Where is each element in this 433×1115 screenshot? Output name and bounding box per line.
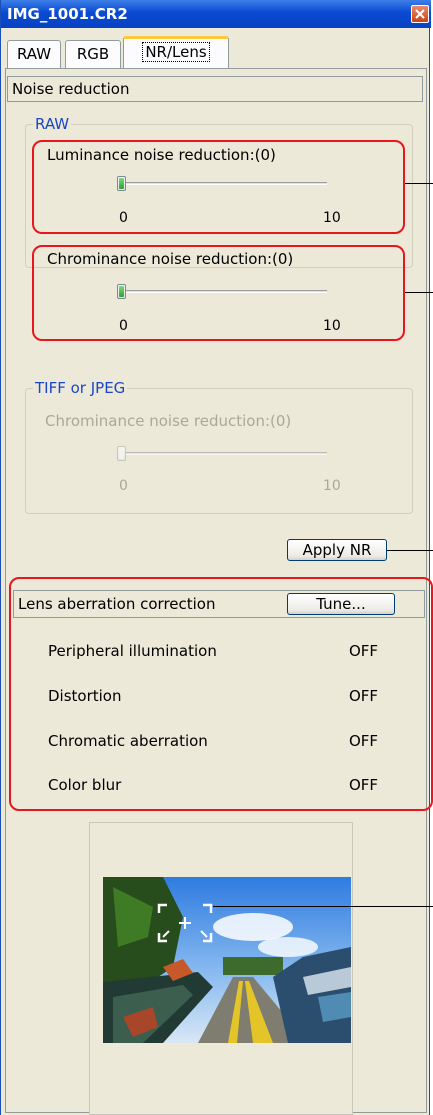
window-title: IMG_1001.CR2 [7, 5, 128, 23]
chrominance-label: Chrominance noise reduction:(0) [47, 250, 294, 268]
tiff-chrominance-slider-track [121, 452, 327, 455]
tune-button[interactable]: Tune... [287, 593, 395, 615]
tune-label: Tune... [316, 595, 366, 613]
tiff-chrominance-label: Chrominance noise reduction:(0) [45, 412, 292, 430]
close-icon [415, 9, 425, 19]
apply-nr-label: Apply NR [302, 541, 372, 559]
luminance-slider-thumb[interactable] [117, 176, 126, 191]
luminance-max-label: 10 [323, 210, 341, 226]
lens-row-value: OFF [349, 687, 379, 705]
luminance-label: Luminance noise reduction:(0) [47, 146, 276, 164]
callout-line-luminance [405, 183, 433, 184]
tiff-chrominance-max-label: 10 [323, 478, 341, 494]
luminance-min-label: 0 [119, 210, 128, 226]
luminance-slider-track[interactable] [121, 182, 327, 185]
lens-aberration-title: Lens aberration correction [18, 595, 216, 613]
lens-row-value: OFF [349, 642, 379, 660]
lens-row-label: Peripheral illumination [48, 642, 217, 660]
callout-line-apply-nr [387, 550, 433, 551]
chrominance-slider-track[interactable] [121, 290, 327, 293]
close-button[interactable] [411, 5, 429, 23]
callout-line-preview [213, 906, 433, 907]
tiff-chrominance-slider-thumb [117, 446, 126, 461]
tiff-chrominance-min-label: 0 [119, 478, 128, 494]
tab-rgb-label: RGB [76, 45, 110, 63]
lens-row-label: Color blur [48, 776, 122, 794]
raw-group-legend: RAW [33, 115, 72, 133]
tab-rgb[interactable]: RGB [65, 40, 121, 68]
noise-reduction-header: Noise reduction [7, 76, 423, 102]
chrominance-min-label: 0 [119, 318, 128, 334]
tool-palette-window: IMG_1001.CR2 RAW RGB NR/Lens Noise reduc… [0, 0, 433, 1115]
lens-row-label: Distortion [48, 687, 122, 705]
tab-raw-label: RAW [16, 45, 52, 63]
noise-reduction-title: Noise reduction [12, 80, 130, 98]
tiff-jpeg-group [25, 388, 413, 514]
preview-image[interactable] [103, 877, 351, 1043]
tab-raw[interactable]: RAW [7, 40, 61, 68]
lens-row-value: OFF [349, 732, 379, 750]
tab-nr-lens[interactable]: NR/Lens [123, 36, 229, 69]
lens-row-label: Chromatic aberration [48, 732, 208, 750]
tab-nr-lens-label: NR/Lens [142, 42, 210, 62]
apply-nr-button[interactable]: Apply NR [287, 539, 387, 561]
chrominance-slider-thumb[interactable] [117, 284, 126, 299]
callout-line-chrominance [405, 292, 433, 293]
lens-row-value: OFF [349, 776, 379, 794]
tiff-jpeg-group-legend: TIFF or JPEG [33, 379, 128, 397]
title-bar[interactable]: IMG_1001.CR2 [1, 0, 431, 28]
chrominance-max-label: 10 [323, 318, 341, 334]
